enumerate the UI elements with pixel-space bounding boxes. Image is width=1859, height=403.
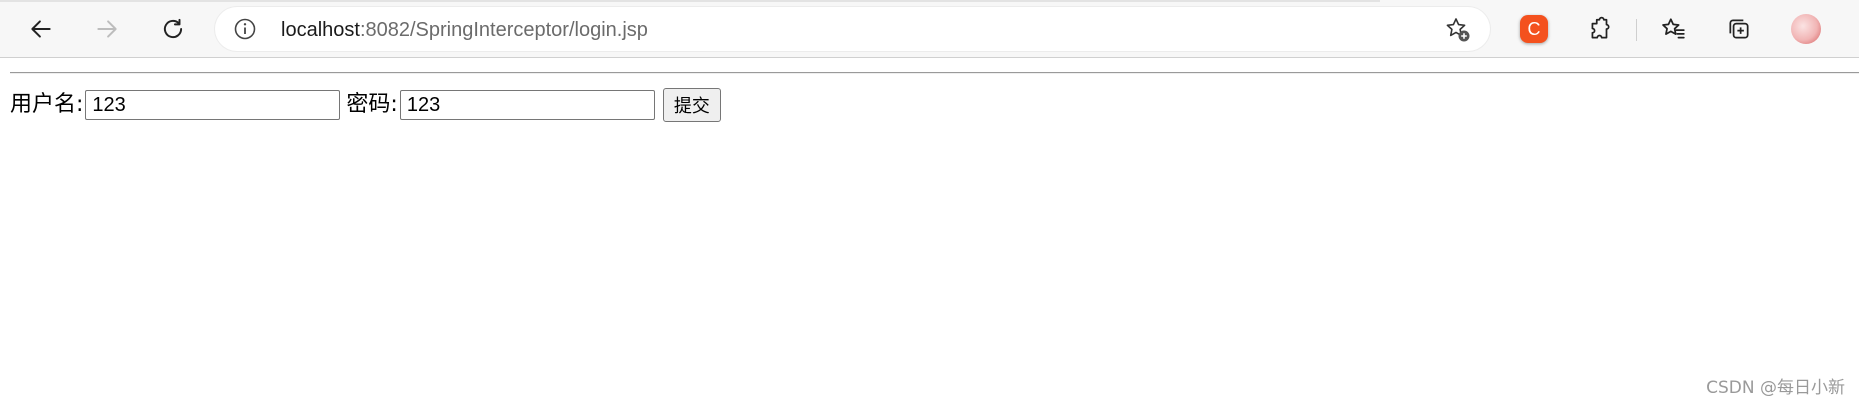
favorites-icon: [1660, 16, 1686, 42]
puzzle-icon: [1587, 16, 1613, 42]
reload-button[interactable]: [153, 9, 193, 49]
reload-icon: [160, 16, 186, 42]
browser-toolbar: localhost:8082/SpringInterceptor/login.j…: [0, 0, 1859, 58]
profile-button[interactable]: [1786, 9, 1826, 49]
password-label: 密码:: [346, 92, 398, 117]
username-input[interactable]: [85, 90, 341, 120]
address-bar[interactable]: localhost:8082/SpringInterceptor/login.j…: [215, 7, 1490, 51]
loading-indicator: [0, 0, 1380, 2]
login-form: 用户名: 密码: 提交: [10, 88, 721, 122]
collections-icon: [1726, 16, 1752, 42]
star-add-icon[interactable]: [1444, 16, 1472, 44]
info-icon[interactable]: [233, 17, 257, 41]
csdn-extension-button[interactable]: C: [1514, 9, 1554, 49]
watermark: CSDN @每日小新: [1706, 378, 1845, 398]
password-input[interactable]: [399, 90, 655, 120]
username-label: 用户名:: [10, 92, 84, 117]
url-host: localhost: [281, 19, 360, 41]
forward-button[interactable]: [87, 9, 127, 49]
favorites-button[interactable]: [1653, 9, 1693, 49]
url-text[interactable]: localhost:8082/SpringInterceptor/login.j…: [281, 18, 648, 42]
forward-arrow-icon: [94, 16, 120, 42]
extensions-button[interactable]: [1580, 9, 1620, 49]
url-path: :8082/SpringInterceptor/login.jsp: [359, 19, 648, 41]
avatar-icon: [1791, 14, 1821, 44]
back-button[interactable]: [21, 9, 61, 49]
collections-button[interactable]: [1719, 9, 1759, 49]
horizontal-rule: [10, 72, 1859, 74]
back-arrow-icon: [28, 16, 54, 42]
submit-button[interactable]: 提交: [662, 88, 721, 122]
toolbar-separator: [1636, 19, 1637, 41]
extension-badge: C: [1520, 15, 1548, 43]
